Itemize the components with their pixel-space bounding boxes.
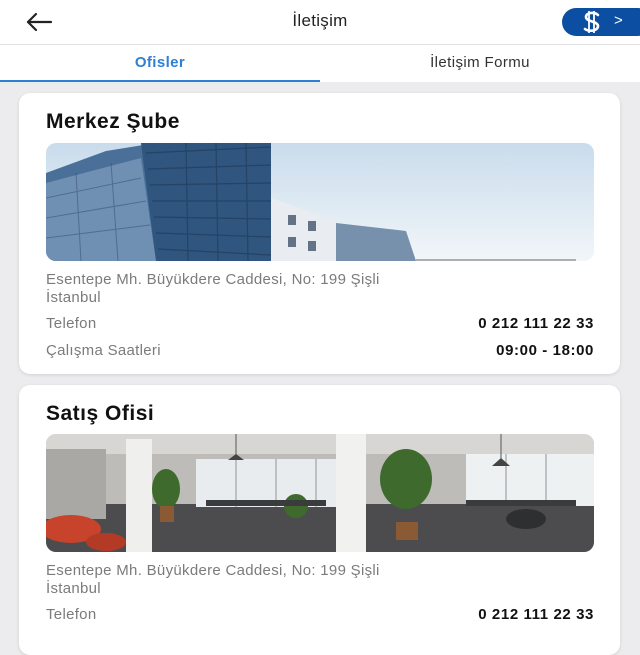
office-photo-building <box>46 143 594 261</box>
office-card-satis: Satış Ofisi Esentepe Mh. Büyükdere Cadde… <box>19 385 620 655</box>
office-address: Esentepe Mh. Büyükdere Caddesi, No: 199 … <box>46 271 566 307</box>
office-photo-interior <box>46 434 594 552</box>
brand-logo-button[interactable]: > <box>562 8 640 36</box>
phone-number[interactable]: 0 212 111 22 33 <box>478 606 594 623</box>
brand-logo-icon <box>583 11 600 33</box>
address-city: İstanbul <box>46 289 101 306</box>
building-image <box>46 143 594 261</box>
tab-contact-form[interactable]: İletişim Formu <box>320 45 640 82</box>
tab-offices[interactable]: Ofisler <box>0 45 320 82</box>
address-city: İstanbul <box>46 580 101 597</box>
office-name: Satış Ofisi <box>46 402 155 425</box>
office-interior-image <box>46 434 594 552</box>
address-line: Esentepe Mh. Büyükdere Caddesi, No: 199 … <box>46 271 380 288</box>
page-title: İletişim <box>292 11 348 30</box>
office-card-merkez: Merkez Şube Esentepe Mh. Büyükdere Cadde… <box>19 93 620 374</box>
tab-bar: Ofisler İletişim Formu <box>0 45 640 82</box>
address-line: Esentepe Mh. Büyükdere Caddesi, No: 199 … <box>46 562 380 579</box>
office-address: Esentepe Mh. Büyükdere Caddesi, No: 199 … <box>46 562 566 598</box>
office-name: Merkez Şube <box>46 110 180 133</box>
chevron-right-icon: > <box>614 12 623 29</box>
phone-number[interactable]: 0 212 111 22 33 <box>478 315 594 332</box>
hours-label: Çalışma Saatleri <box>46 342 161 359</box>
phone-label: Telefon <box>46 315 97 332</box>
working-hours: 09:00 - 18:00 <box>496 342 594 359</box>
phone-label: Telefon <box>46 606 97 623</box>
app-header: İletişim > <box>0 0 640 45</box>
